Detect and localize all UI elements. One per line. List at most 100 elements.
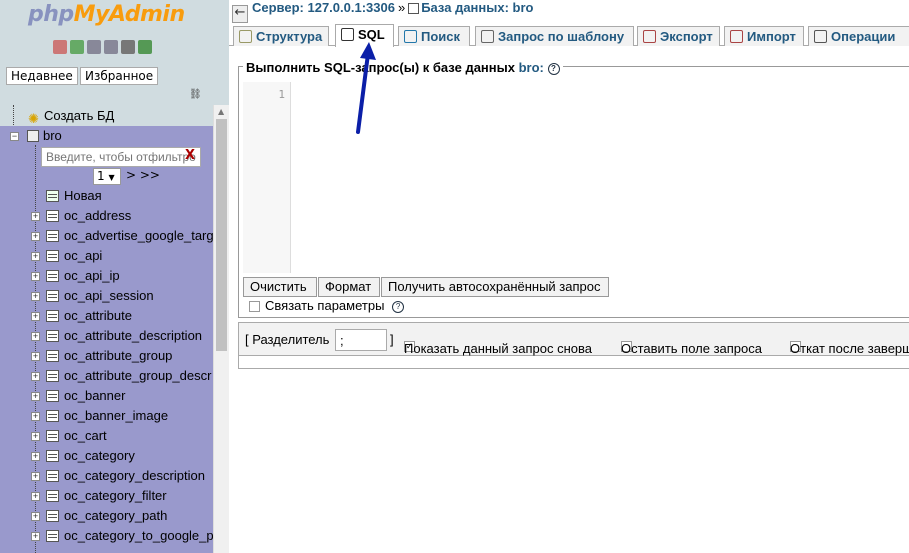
format-button[interactable]: Формат	[318, 277, 380, 297]
breadcrumb-server[interactable]: Сервер: 127.0.0.1:3306	[252, 0, 395, 15]
create-db-item[interactable]: ✺ Создать БД	[0, 106, 213, 126]
expand-icon[interactable]: +	[31, 232, 40, 241]
table-icon	[46, 510, 59, 522]
table-icon	[46, 350, 59, 362]
expand-icon[interactable]: +	[31, 512, 40, 521]
table-item[interactable]: + oc_api_ip	[0, 266, 213, 286]
recent-tab[interactable]: Недавнее	[6, 67, 78, 85]
expand-icon[interactable]: +	[31, 452, 40, 461]
expand-icon[interactable]: +	[31, 432, 40, 441]
table-item[interactable]: + oc_category_filter	[0, 486, 213, 506]
expand-icon[interactable]: +	[31, 252, 40, 261]
get-autosaved-query-button[interactable]: Получить автосохранённый запрос	[381, 277, 609, 297]
link-chain-icon[interactable]: ⛓	[189, 89, 202, 100]
page-next-links[interactable]: > >>	[126, 168, 160, 182]
new-table-icon	[46, 190, 59, 202]
favorites-tab[interactable]: Избранное	[80, 67, 159, 85]
table-item[interactable]: + oc_category_path	[0, 506, 213, 526]
table-item[interactable]: + oc_banner	[0, 386, 213, 406]
table-icon	[46, 430, 59, 442]
new-table-item[interactable]: Новая	[0, 186, 213, 206]
home-icon[interactable]	[53, 40, 67, 54]
table-icon	[46, 490, 59, 502]
table-icon	[46, 470, 59, 482]
table-item[interactable]: + oc_attribute_group_descr	[0, 366, 213, 386]
table-item[interactable]: + oc_api	[0, 246, 213, 266]
table-icon	[46, 330, 59, 342]
database-icon	[27, 130, 39, 142]
table-item[interactable]: + oc_attribute	[0, 306, 213, 326]
export-icon	[643, 30, 656, 43]
sql-docs-icon[interactable]	[104, 40, 118, 54]
bind-parameters-row: Связать параметры ?	[249, 298, 405, 314]
table-item[interactable]: + oc_address	[0, 206, 213, 226]
tab-sql[interactable]: SQL	[335, 24, 394, 47]
table-item[interactable]: + oc_category_description	[0, 466, 213, 486]
table-icon	[46, 410, 59, 422]
expand-icon[interactable]: +	[31, 332, 40, 341]
scroll-up-icon[interactable]: ▲	[218, 107, 224, 116]
table-item[interactable]: + oc_cart	[0, 426, 213, 446]
expand-icon[interactable]: +	[31, 372, 40, 381]
table-item[interactable]: + oc_category	[0, 446, 213, 466]
exit-icon[interactable]	[70, 40, 84, 54]
help-icon[interactable]: ?	[392, 300, 405, 313]
back-arrow-icon[interactable]: ←	[232, 5, 248, 23]
table-item[interactable]: + oc_api_session	[0, 286, 213, 306]
table-item[interactable]: + oc_advertise_google_targ	[0, 226, 214, 246]
expand-icon[interactable]: +	[31, 292, 40, 301]
help-icon[interactable]: ?	[547, 62, 560, 75]
scroll-thumb[interactable]	[216, 119, 227, 351]
expand-icon[interactable]: +	[31, 352, 40, 361]
structure-icon	[239, 30, 252, 43]
db-item-bro[interactable]: − bro	[0, 126, 213, 146]
bind-parameters-checkbox[interactable]	[249, 301, 260, 313]
navigation-panel: phpMyAdmin Недавнее Избранное ⛓ ✺ Создат…	[0, 0, 229, 553]
expand-icon[interactable]: +	[31, 412, 40, 421]
table-item[interactable]: + oc_attribute_group	[0, 346, 213, 366]
query-icon	[481, 30, 494, 43]
table-item[interactable]: + oc_category_to_google_p	[0, 526, 214, 546]
expand-icon[interactable]: +	[31, 492, 40, 501]
clear-filter-button[interactable]: X	[185, 148, 195, 163]
expand-icon[interactable]: +	[31, 532, 40, 541]
main-panel: ← Сервер: 127.0.0.1:3306» База данных: br…	[229, 0, 909, 553]
tab-operations[interactable]: Операции	[808, 26, 909, 46]
help-icon[interactable]	[87, 40, 101, 54]
expand-icon[interactable]: +	[31, 472, 40, 481]
tab-structure[interactable]: Структура	[233, 26, 329, 46]
sql-icon	[341, 28, 354, 41]
tab-search[interactable]: Поиск	[398, 26, 470, 46]
table-icon	[46, 230, 59, 242]
tab-bar: Структура SQL Поиск Запрос по шаблону Экспор…	[229, 24, 909, 47]
table-item[interactable]: + oc_banner_image	[0, 406, 213, 426]
tab-import[interactable]: Импорт	[724, 26, 804, 46]
breadcrumb-database[interactable]: База данных: bro	[421, 0, 533, 15]
delimiter-input[interactable]	[335, 329, 387, 351]
table-icon	[46, 290, 59, 302]
table-icon	[46, 530, 59, 542]
sql-query-editor[interactable]: 1	[243, 82, 909, 273]
clear-button[interactable]: Очистить	[243, 277, 317, 297]
reload-icon[interactable]	[138, 40, 152, 54]
phpmyadmin-logo[interactable]: phpMyAdmin	[28, 2, 185, 27]
tree-filter-input[interactable]	[41, 147, 201, 167]
table-icon	[46, 370, 59, 382]
go-button-bar	[238, 356, 909, 369]
line-number-gutter: 1	[243, 82, 291, 273]
query-options-bar: [ Разделитель ] ✓Показать данный запрос …	[238, 322, 909, 356]
expand-icon[interactable]: +	[31, 272, 40, 281]
operations-icon	[814, 30, 827, 43]
import-icon	[730, 30, 743, 43]
page-select[interactable]: 1 ▼	[93, 168, 121, 185]
expand-icon[interactable]: +	[31, 312, 40, 321]
expand-icon[interactable]: +	[31, 392, 40, 401]
nav-scrollbar[interactable]: ▲	[213, 105, 229, 553]
tab-export[interactable]: Экспорт	[637, 26, 720, 46]
settings-icon[interactable]	[121, 40, 135, 54]
table-item[interactable]: + oc_attribute_description	[0, 326, 213, 346]
tab-query[interactable]: Запрос по шаблону	[475, 26, 634, 46]
collapse-icon[interactable]: −	[10, 132, 19, 141]
search-icon	[404, 30, 417, 43]
expand-icon[interactable]: +	[31, 212, 40, 221]
